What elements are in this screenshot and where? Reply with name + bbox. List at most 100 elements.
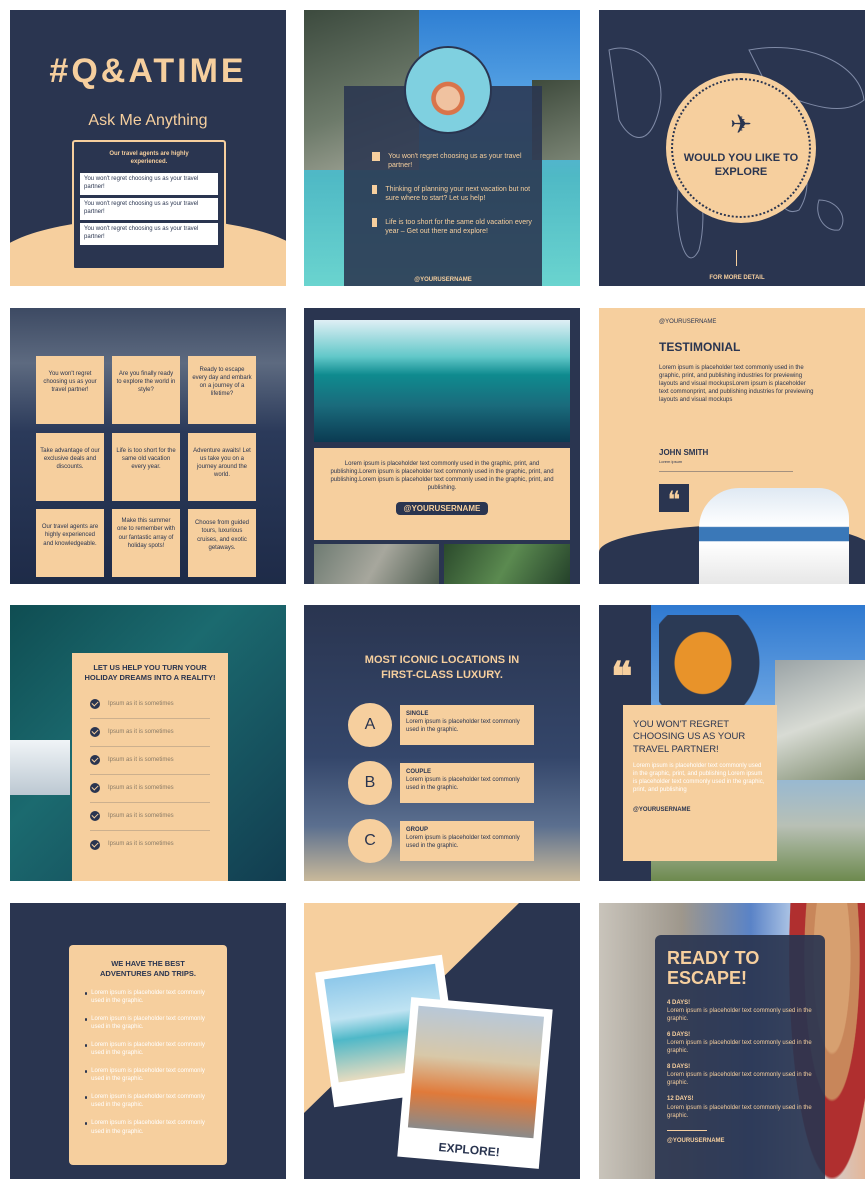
grid-cell: Make this summer one to remember with ou… <box>112 509 180 578</box>
checkbox-icon <box>372 152 381 161</box>
check-icon <box>90 699 100 709</box>
tile-holiday-checklist[interactable]: LET US HELP YOU TURN YOUR HOLIDAY DREAMS… <box>10 605 286 881</box>
adventure-item: Lorem ipsum is placeholder text commonly… <box>91 1094 205 1109</box>
quote-body: Lorem ipsum is placeholder text commonly… <box>633 763 765 794</box>
checkbox-icon <box>372 184 378 194</box>
checklist-panel: LET US HELP YOU TURN YOUR HOLIDAY DREAMS… <box>72 653 228 881</box>
option-label: COUPLE <box>406 769 432 775</box>
grid-cell: You won't regret choosing us as your tra… <box>36 356 104 424</box>
list-item: You won't regret choosing us as your tra… <box>388 153 522 170</box>
rock-image <box>314 544 439 584</box>
adventure-item: Lorem ipsum is placeholder text commonly… <box>91 1041 205 1056</box>
tile-explore[interactable]: ✈ WOULD YOU LIKE TO EXPLORE FOR MORE DET… <box>599 10 865 286</box>
list-item: Life is too short for the same old vacat… <box>385 218 532 236</box>
grid-cell: Choose from guided tours, luxurious crui… <box>188 509 256 578</box>
escape-title: READY TO ESCAPE! <box>667 948 760 988</box>
explore-circle[interactable]: ✈ WOULD YOU LIKE TO EXPLORE <box>666 73 816 223</box>
mountain-image <box>775 660 865 780</box>
qa-box: Our travel agents are highly experienced… <box>72 140 226 270</box>
quote-panel: YOU WON'T REGRET CHOOSING US AS YOUR TRA… <box>623 705 777 861</box>
grid-cell: Our travel agents are highly experienced… <box>36 509 104 578</box>
tile-best-adventures[interactable]: WE HAVE THE BEST ADVENTURES AND TRIPS. L… <box>10 903 286 1179</box>
option-text: Lorem ipsum is placeholder text commonly… <box>406 777 520 792</box>
check-icon <box>90 811 100 821</box>
checklist-item: Ipsum as it is sometimes <box>108 812 174 819</box>
adventure-item: Lorem ipsum is placeholder text commonly… <box>91 989 205 1004</box>
author-name: JOHN SMITH <box>659 448 709 457</box>
days-text: Lorem ipsum is placeholder text commonly… <box>667 1104 812 1119</box>
grid-cell: Take advantage of our exclusive deals an… <box>36 432 104 501</box>
days-label: 12 DAYS! <box>667 1096 694 1103</box>
tile-qa-time[interactable]: #Q&ATIME Ask Me Anything Our travel agen… <box>10 10 286 286</box>
tile-polaroids[interactable]: EXPLORE! <box>304 903 580 1179</box>
checklist-item: Ipsum as it is sometimes <box>108 841 174 848</box>
qa-subtitle: Ask Me Anything <box>88 112 208 129</box>
check-icon <box>90 839 100 850</box>
polaroid-selfie: EXPLORE! <box>397 997 553 1169</box>
username: @YOURUSERNAME <box>414 277 472 283</box>
option-text: Lorem ipsum is placeholder text commonly… <box>406 719 520 734</box>
testimonial-body: Lorem ipsum is placeholder text commonly… <box>659 365 814 404</box>
username: @YOURUSERNAME <box>667 1137 725 1144</box>
adventure-item: Lorem ipsum is placeholder text commonly… <box>91 1015 205 1030</box>
option-text: Lorem ipsum is placeholder text commonly… <box>406 835 520 850</box>
footer-text: FOR MORE DETAIL <box>709 275 765 281</box>
forest-image <box>444 544 570 584</box>
check-icon <box>90 783 100 793</box>
quote-title: YOU WON'T REGRET CHOOSING US AS YOUR TRA… <box>633 719 746 755</box>
option-letter-a: A <box>348 703 392 747</box>
tile-testimonial[interactable]: @YOURUSERNAME TESTIMONIAL Lorem ipsum is… <box>599 308 865 584</box>
adventures-title: WE HAVE THE BEST ADVENTURES AND TRIPS. <box>100 959 196 978</box>
tile-underwater[interactable]: Lorem ipsum is placeholder text commonly… <box>304 308 580 584</box>
option-letter-b: B <box>348 761 392 805</box>
days-label: 8 DAYS! <box>667 1064 691 1071</box>
checklist-title: LET US HELP YOU TURN YOUR HOLIDAY DREAMS… <box>84 663 216 682</box>
author-subtitle: Lorem ipsum <box>659 459 683 464</box>
santorini-image <box>699 488 849 584</box>
option-letter-c: C <box>348 819 392 863</box>
days-label: 4 DAYS! <box>667 999 691 1006</box>
qa-item: You won't regret choosing us as your tra… <box>80 198 218 221</box>
tile-beach-list[interactable]: You won't regret choosing us as your tra… <box>304 10 580 286</box>
grid-cell: Are you finally ready to explore the wor… <box>112 356 180 424</box>
tile-iconic-locations[interactable]: MOST ICONIC LOCATIONS IN FIRST-CLASS LUX… <box>304 605 580 881</box>
tile-ready-to-escape[interactable]: READY TO ESCAPE! 4 DAYS! Lorem ipsum is p… <box>599 903 865 1179</box>
check-icon <box>90 727 100 737</box>
option-label: GROUP <box>406 827 429 833</box>
divider <box>659 471 793 472</box>
username: @YOURUSERNAME <box>659 319 717 325</box>
days-label: 6 DAYS! <box>667 1031 691 1038</box>
quote-icon: ❝ <box>611 655 633 699</box>
checklist-item: Ipsum as it is sometimes <box>108 728 174 735</box>
qa-item: You won't regret choosing us as your tra… <box>80 173 218 196</box>
days-text: Lorem ipsum is placeholder text commonly… <box>667 1039 812 1055</box>
text-panel: Lorem ipsum is placeholder text commonly… <box>314 448 570 540</box>
qa-title: #Q&ATIME <box>49 52 247 90</box>
qa-item: You won't regret choosing us as your tra… <box>80 223 218 246</box>
qa-box-heading: Our travel agents are highly experienced… <box>109 151 189 166</box>
escape-panel: READY TO ESCAPE! 4 DAYS! Lorem ipsum is p… <box>655 935 825 1179</box>
username-badge: @YOURUSERNAME <box>395 502 489 516</box>
days-text: Lorem ipsum is placeholder text commonly… <box>667 1007 812 1022</box>
testimonial-title: TESTIMONIAL <box>659 340 741 354</box>
grid-cell: Life is too short for the same old vacat… <box>112 432 180 501</box>
underwater-image <box>314 320 570 442</box>
ship-image <box>10 740 70 795</box>
checklist-item: Ipsum as it is sometimes <box>108 756 174 763</box>
adventure-item: Lorem ipsum is placeholder text commonly… <box>91 1068 205 1083</box>
grid-cell: Ready to escape every day and embark on … <box>188 356 256 424</box>
adventures-panel: WE HAVE THE BEST ADVENTURES AND TRIPS. L… <box>69 945 227 1165</box>
list-item: Thinking of planning your next vacation … <box>385 185 531 203</box>
tile-hiker-quote[interactable]: ❝ YOU WON'T REGRET CHOOSING US AS YOUR T… <box>599 605 865 881</box>
divider-line <box>736 250 737 266</box>
tile-ocean-grid[interactable]: You won't regret choosing us as your tra… <box>10 308 286 584</box>
check-icon <box>90 755 100 765</box>
body-text: Lorem ipsum is placeholder text commonly… <box>330 461 554 492</box>
plane-icon: ✈ <box>730 109 752 139</box>
grid-cell: Adventure awaits! Let us take you on a j… <box>188 432 256 501</box>
username: @YOURUSERNAME <box>633 807 691 814</box>
avatar <box>404 46 492 134</box>
checklist-item: Ipsum as it is sometimes <box>108 700 174 707</box>
checklist-item: Ipsum as it is sometimes <box>108 784 174 791</box>
checkbox-icon <box>372 217 378 227</box>
